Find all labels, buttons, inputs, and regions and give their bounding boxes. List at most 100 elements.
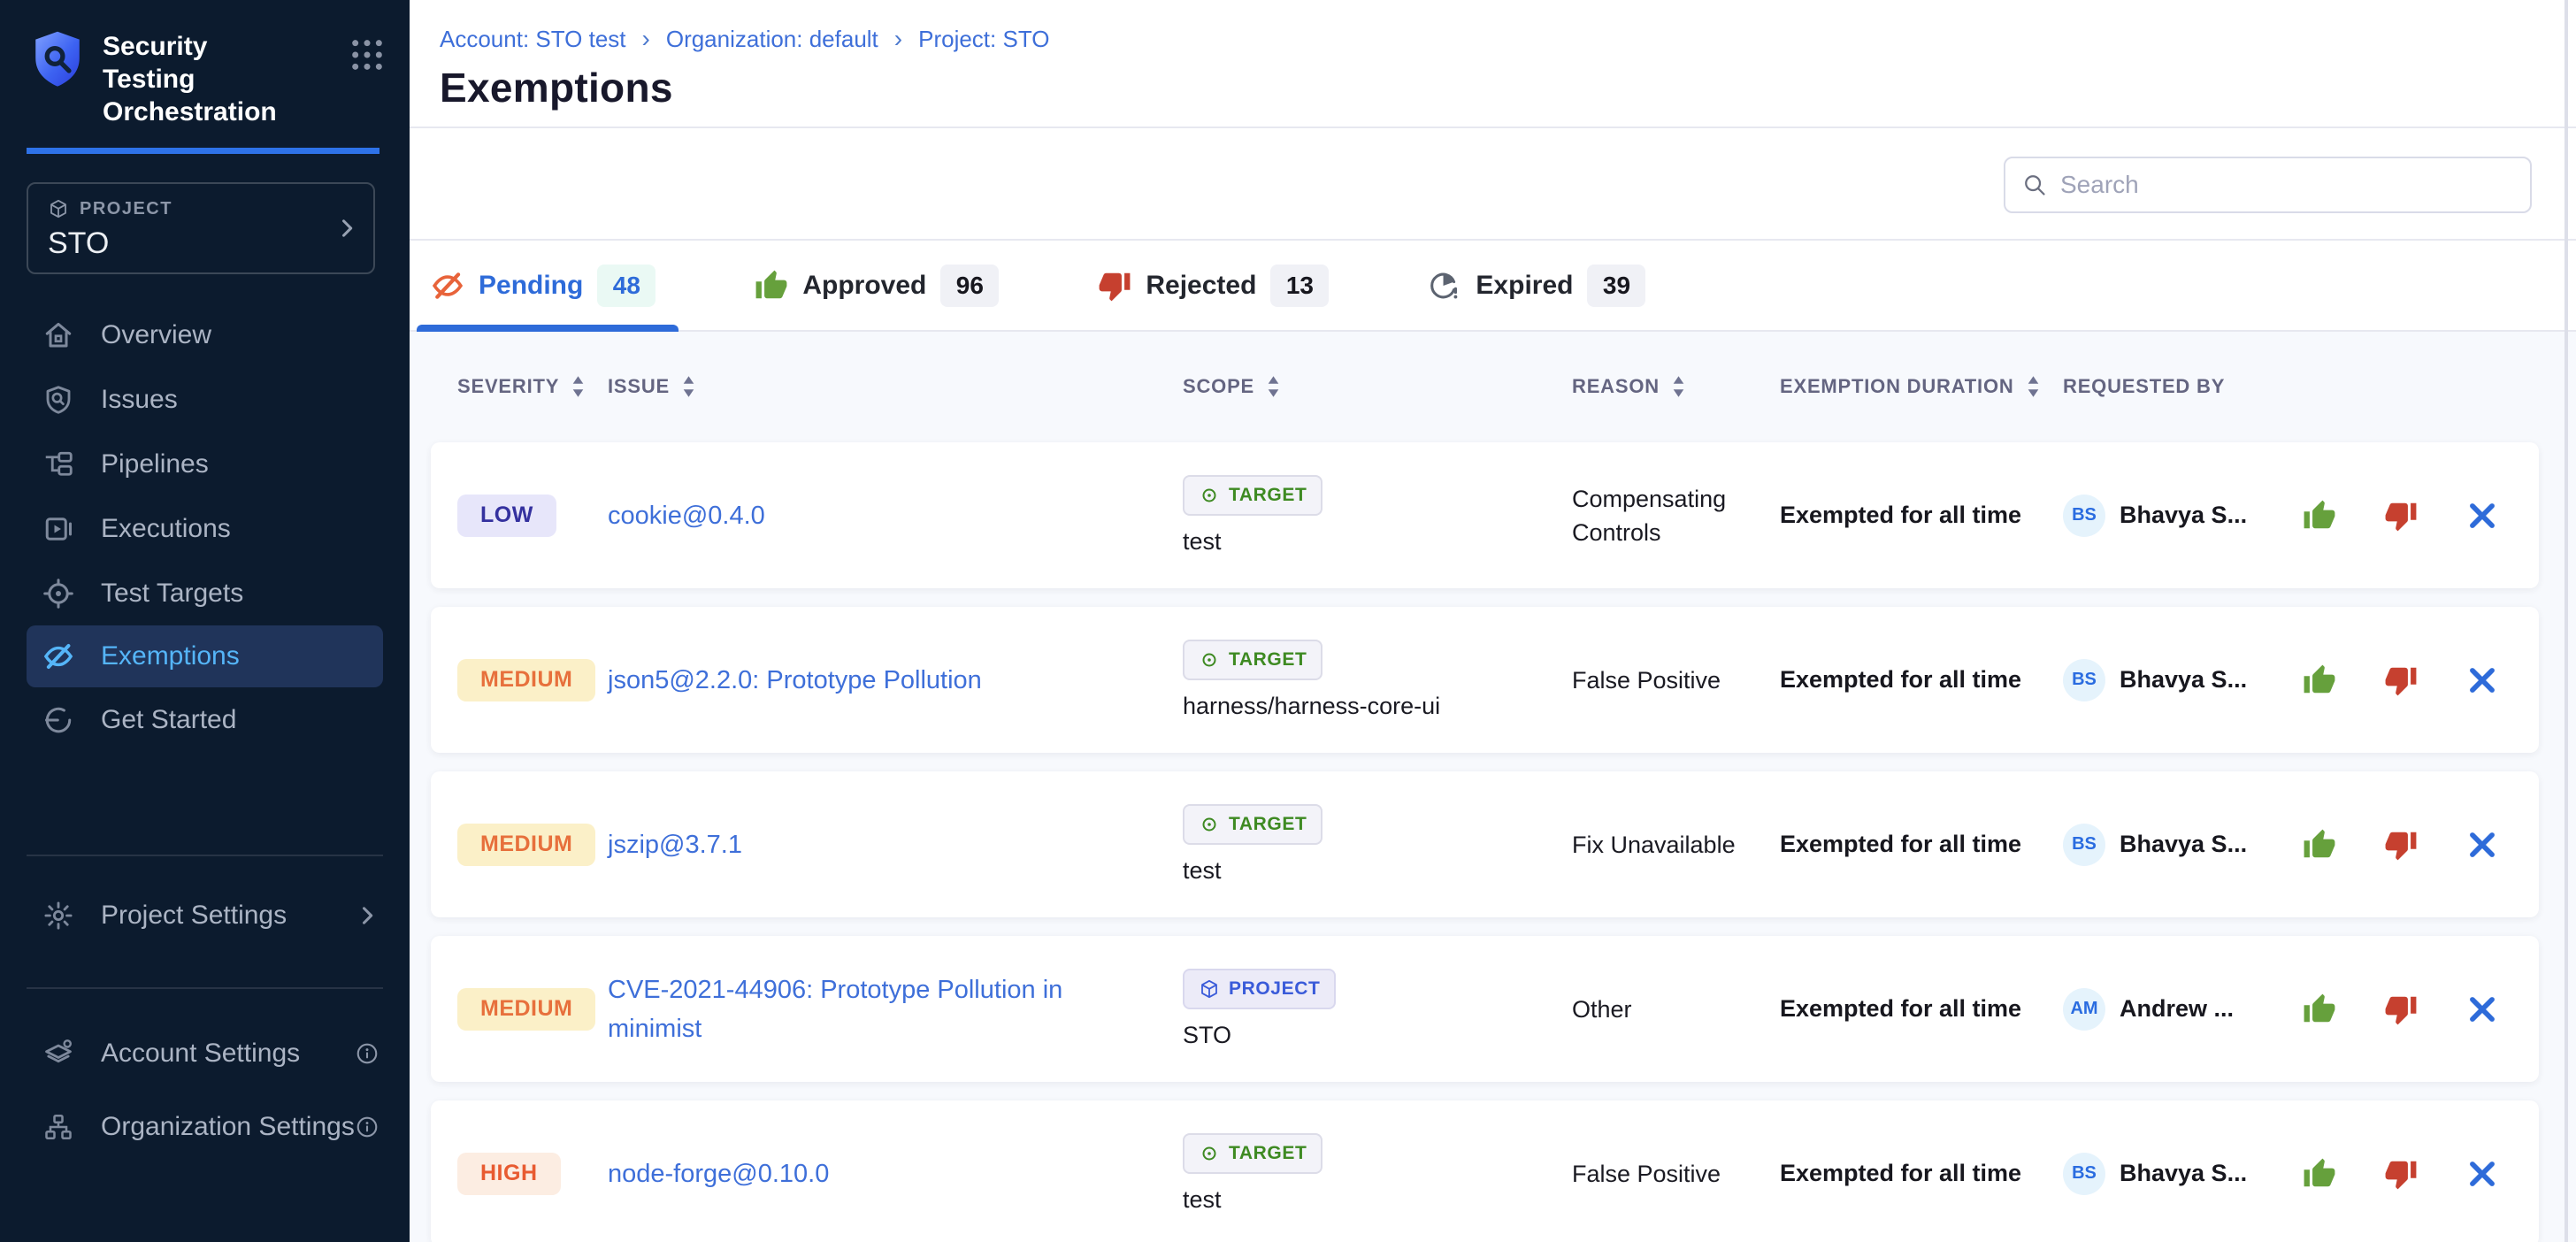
reject-button[interactable] [2383, 498, 2419, 533]
sidebar-item-label: Organization Settings [101, 1112, 355, 1142]
exemption-duration-cell: Exempted for all time [1780, 831, 2063, 858]
breadcrumb-account[interactable]: Account: STO test [440, 26, 626, 53]
sort-icon[interactable] [1267, 375, 1280, 398]
sidebar-item-label: Project Settings [101, 901, 287, 931]
severity-badge: LOW [457, 494, 556, 537]
cancel-button[interactable] [2465, 498, 2500, 533]
sidebar-item-issues[interactable]: Issues [0, 367, 410, 432]
tab-label: Approved [802, 271, 926, 301]
issue-link[interactable]: json5@2.2.0: Prototype Pollution [608, 661, 1183, 700]
info-icon[interactable] [355, 1041, 380, 1066]
approve-button[interactable] [2302, 663, 2337, 698]
cancel-button[interactable] [2465, 1156, 2500, 1192]
avatar: AM [2063, 988, 2105, 1031]
sidebar-item-pipelines[interactable]: Pipelines [0, 432, 410, 496]
column-label: SEVERITY [457, 375, 559, 398]
exemption-duration-cell: Exempted for all time [1780, 995, 2063, 1023]
sidebar-item-organization-settings[interactable]: Organization Settings [0, 1094, 410, 1159]
scope-badge: TARGET [1183, 475, 1322, 516]
tab-count-badge: 48 [597, 264, 656, 307]
project-name: STO [48, 226, 354, 261]
vertical-scrollbar[interactable] [2564, 0, 2568, 1242]
reject-button[interactable] [2383, 992, 2419, 1027]
reject-button[interactable] [2383, 827, 2419, 862]
project-selector[interactable]: PROJECT STO [27, 182, 375, 274]
column-header-severity[interactable]: SEVERITY [457, 375, 608, 398]
row-actions [2288, 663, 2512, 698]
approve-button[interactable] [2302, 827, 2337, 862]
approve-button[interactable] [2302, 1156, 2337, 1192]
column-header-issue[interactable]: ISSUE [608, 375, 1183, 398]
sort-icon[interactable] [2027, 375, 2040, 398]
breadcrumb-project[interactable]: Project: STO [918, 26, 1049, 53]
search-box[interactable] [2004, 157, 2532, 213]
sidebar-item-account-settings[interactable]: Account Settings [0, 1021, 410, 1085]
sort-icon[interactable] [571, 375, 585, 398]
scope-badge: PROJECT [1183, 969, 1336, 1009]
sidebar-item-label: Account Settings [101, 1039, 300, 1069]
scope-name: harness/harness-core-ui [1183, 693, 1440, 720]
page-header: Account: STO test › Organization: defaul… [410, 0, 2576, 128]
main-content: Account: STO test › Organization: defaul… [410, 0, 2576, 1242]
sidebar-item-label: Get Started [101, 705, 236, 735]
table-row: MEDIUM CVE-2021-44906: Prototype Polluti… [431, 936, 2539, 1082]
column-header-exemption-duration[interactable]: EXEMPTION DURATION [1780, 375, 2063, 398]
approve-button[interactable] [2302, 992, 2337, 1027]
thumbs-down-icon [2384, 993, 2418, 1026]
sidebar-item-executions[interactable]: Executions [0, 496, 410, 561]
row-actions [2288, 992, 2512, 1027]
target-icon [42, 578, 74, 610]
cancel-button[interactable] [2465, 827, 2500, 862]
breadcrumb-organization[interactable]: Organization: default [666, 26, 878, 53]
scope-cell: TARGET harness/harness-core-ui [1183, 640, 1572, 720]
cancel-button[interactable] [2465, 992, 2500, 1027]
column-label: ISSUE [608, 375, 670, 398]
tab-pending[interactable]: Pending 48 [431, 241, 656, 330]
issue-link[interactable]: CVE-2021-44906: Prototype Pollution in m… [608, 970, 1183, 1048]
tab-expired[interactable]: Expired 39 [1428, 241, 1645, 330]
issue-link[interactable]: jszip@3.7.1 [608, 825, 1183, 864]
breadcrumb: Account: STO test › Organization: defaul… [440, 25, 2576, 53]
severity-cell: LOW [457, 494, 608, 537]
sidebar-item-test-targets[interactable]: Test Targets [0, 561, 410, 625]
app-switcher-grid-icon[interactable] [349, 37, 385, 73]
column-header-scope[interactable]: SCOPE [1183, 375, 1572, 398]
tab-approved[interactable]: Approved 96 [755, 241, 999, 330]
sidebar-item-get-started[interactable]: Get Started [0, 687, 410, 752]
tab-label: Pending [479, 271, 583, 301]
org-gear-icon [42, 1111, 74, 1143]
reason-cell: Other [1572, 993, 1780, 1026]
issue-cell: CVE-2021-44906: Prototype Pollution in m… [608, 970, 1183, 1048]
reject-button[interactable] [2383, 1156, 2419, 1192]
tab-count-badge: 96 [940, 264, 999, 307]
scope-type-label: PROJECT [1229, 978, 1320, 1000]
scope-name: test [1183, 857, 1222, 885]
exemption-duration-cell: Exempted for all time [1780, 666, 2063, 694]
sidebar-item-overview[interactable]: Overview [0, 303, 410, 367]
issue-cell: jszip@3.7.1 [608, 825, 1183, 864]
column-header-reason[interactable]: REASON [1572, 375, 1780, 398]
home-icon [42, 319, 74, 351]
reject-button[interactable] [2383, 663, 2419, 698]
sidebar-item-project-settings[interactable]: Project Settings [0, 883, 410, 947]
table-row: MEDIUM jszip@3.7.1 TARGET test Fix Unava… [431, 771, 2539, 917]
issue-link[interactable]: cookie@0.4.0 [608, 496, 1183, 535]
table-header: SEVERITY ISSUE SCOPE REASON EXEMPTION DU… [431, 371, 2539, 402]
approve-button[interactable] [2302, 498, 2337, 533]
app-header: Security Testing Orchestration [0, 0, 410, 128]
get-started-icon [42, 704, 74, 736]
tab-rejected[interactable]: Rejected 13 [1098, 241, 1329, 330]
cancel-button[interactable] [2465, 663, 2500, 698]
issue-link[interactable]: node-forge@0.10.0 [608, 1154, 1183, 1193]
target-circle-icon [1199, 1143, 1220, 1164]
info-icon[interactable] [355, 1115, 380, 1139]
sort-icon[interactable] [1672, 375, 1685, 398]
clock-expired-icon [1428, 269, 1461, 303]
chevron-right-icon [334, 216, 359, 241]
x-icon [2465, 499, 2499, 533]
search-input[interactable] [2060, 171, 2514, 199]
target-circle-icon [1199, 649, 1220, 671]
issue-cell: cookie@0.4.0 [608, 496, 1183, 535]
sort-icon[interactable] [682, 375, 695, 398]
sidebar-item-exemptions[interactable]: Exemptions [27, 625, 383, 687]
